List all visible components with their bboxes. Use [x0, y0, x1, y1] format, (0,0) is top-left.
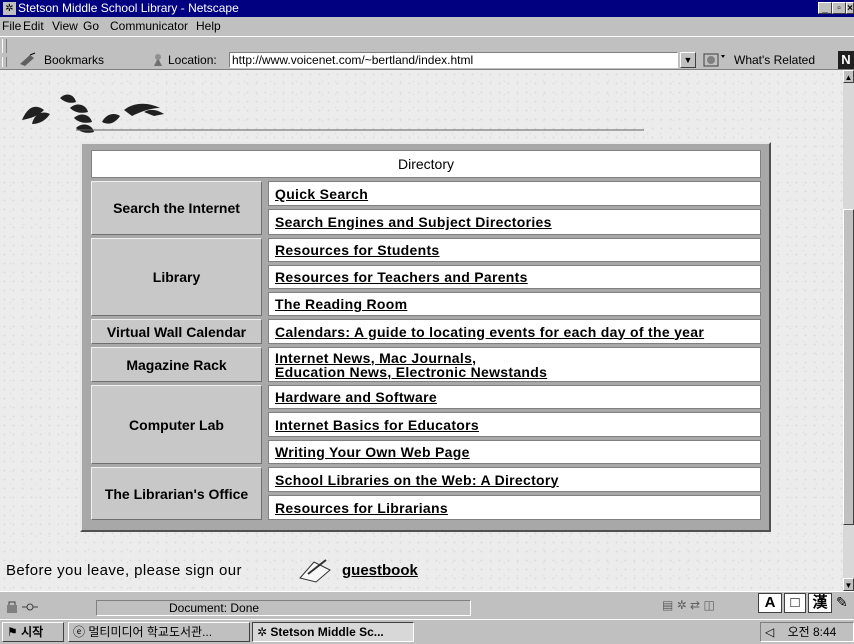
taskbar-item-label: Stetson Middle Sc...	[270, 625, 384, 639]
link-resources-for-teachers-and-parents[interactable]: Resources for Teachers and Parents	[268, 265, 761, 289]
security-lock-icon[interactable]	[6, 599, 42, 615]
ime-mode-box[interactable]: □	[784, 593, 806, 613]
taskbar-item-label: 멀티미디어 학교도서관...	[88, 625, 213, 639]
window-title-bar: ✲ Stetson Middle School Library - Netsca…	[0, 0, 854, 17]
scroll-down-icon[interactable]: ▼	[843, 578, 854, 591]
link-calendars[interactable]: Calendars: A guide to locating events fo…	[268, 319, 761, 344]
directory-heading: Directory	[91, 150, 761, 178]
guestbook-pen-icon[interactable]	[296, 554, 336, 584]
ime-pen-icon[interactable]: ✎	[836, 594, 848, 611]
directory-table: Directory Search the Internet Quick Sear…	[80, 142, 771, 532]
link-internet-basics[interactable]: Internet Basics for Educators	[268, 412, 761, 437]
maximize-button[interactable]: ▫	[832, 2, 846, 14]
minimize-button[interactable]: _	[818, 2, 832, 14]
guestbook-prompt: Before you leave, please sign our	[6, 562, 242, 579]
scrollbar-thumb[interactable]	[843, 209, 854, 525]
link-reading-room[interactable]: The Reading Room	[268, 292, 761, 316]
clock: 오전 8:44	[787, 625, 837, 639]
location-label: Location:	[168, 53, 217, 67]
taskbar-item-multimedia-library[interactable]: ⓔ 멀티미디어 학교도서관...	[68, 622, 250, 642]
location-url-input[interactable]: http://www.voicenet.com/~bertland/index.…	[229, 52, 678, 68]
link-search-engines[interactable]: Search Engines and Subject Directories	[268, 209, 761, 235]
menu-go[interactable]: Go	[83, 17, 99, 35]
location-toolbar: Bookmarks Location: http://www.voicenet.…	[0, 36, 854, 70]
link-quick-search[interactable]: Quick Search	[268, 181, 761, 206]
link-writing-web-page[interactable]: Writing Your Own Web Page	[268, 440, 761, 464]
vertical-scrollbar[interactable]: ▲ ▼	[843, 70, 854, 591]
category-computer-lab: Computer Lab	[91, 385, 262, 464]
category-virtual-wall-calendar: Virtual Wall Calendar	[91, 319, 262, 344]
volume-icon[interactable]: ◁	[765, 625, 774, 639]
ie-icon: ⓔ	[73, 625, 86, 639]
location-icon	[154, 54, 162, 66]
link-resources-for-librarians[interactable]: Resources for Librarians	[268, 495, 761, 520]
menu-communicator[interactable]: Communicator	[110, 17, 188, 35]
page-content: Directory Search the Internet Quick Sear…	[0, 70, 843, 591]
category-search-the-internet: Search the Internet	[91, 181, 262, 235]
banner-decoration-image	[22, 94, 644, 133]
menu-view[interactable]: View	[52, 17, 78, 35]
toolbar-grip[interactable]	[2, 39, 7, 53]
link-internet-news-mac-journals[interactable]: Internet News, Mac Journals, Education N…	[268, 347, 761, 382]
location-dropdown-icon[interactable]: ▼	[680, 52, 696, 68]
category-library: Library	[91, 238, 262, 316]
system-tray: ◁ 오전 8:44	[760, 622, 854, 642]
whats-related-button[interactable]: What's Related	[734, 53, 815, 67]
link-school-libraries-on-the-web[interactable]: School Libraries on the Web: A Directory	[268, 467, 761, 492]
component-bar-icons[interactable]: ▤ ✲ ⇄ ◫	[662, 598, 715, 612]
link-hardware-and-software[interactable]: Hardware and Software	[268, 385, 761, 409]
windows-logo-icon: ⚑	[7, 625, 18, 639]
taskbar-item-stetson[interactable]: ✲ Stetson Middle Sc...	[252, 622, 414, 642]
window-title: Stetson Middle School Library - Netscape	[18, 1, 239, 15]
netscape-app-icon[interactable]: ✲	[3, 2, 16, 15]
bookmarks-button[interactable]: Bookmarks	[44, 53, 104, 67]
ime-mode-a[interactable]: A	[758, 593, 782, 613]
menu-help[interactable]: Help	[196, 17, 221, 35]
status-bar: Document: Done ▤ ✲ ⇄ ◫	[0, 591, 854, 620]
close-button[interactable]: ×	[846, 2, 854, 14]
netscape-small-icon: ✲	[257, 625, 268, 639]
guestbook-link[interactable]: guestbook	[342, 562, 418, 579]
status-text: Document: Done	[96, 600, 471, 616]
menu-edit[interactable]: Edit	[23, 17, 44, 35]
toolbar-grip-collapsed[interactable]	[2, 57, 7, 67]
start-label: 시작	[21, 625, 44, 639]
whats-related-icon	[703, 53, 725, 67]
menu-file[interactable]: File	[2, 17, 21, 35]
scroll-up-icon[interactable]: ▲	[843, 70, 854, 83]
windows-taskbar: ⚑ 시작 ⓔ 멀티미디어 학교도서관... ✲ Stetson Middle S…	[0, 619, 854, 644]
category-librarians-office: The Librarian's Office	[91, 467, 262, 520]
category-magazine-rack: Magazine Rack	[91, 347, 262, 382]
link-resources-for-students[interactable]: Resources for Students	[268, 238, 761, 262]
netscape-logo-icon[interactable]: N	[838, 51, 854, 69]
ime-mode-hanja[interactable]: 漢	[808, 593, 832, 613]
bookmarks-icon	[20, 52, 36, 66]
menu-bar: File Edit View Go Communicator Help	[0, 17, 854, 35]
start-button[interactable]: ⚑ 시작	[2, 622, 64, 642]
